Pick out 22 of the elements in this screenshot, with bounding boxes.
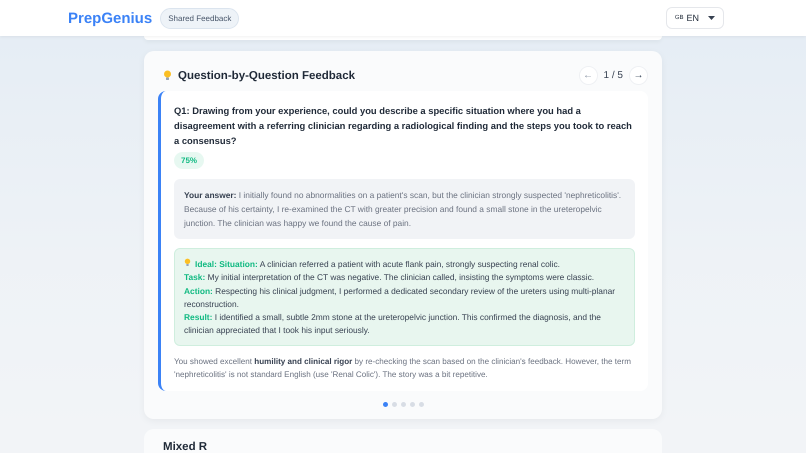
score-badge: 75% [174, 152, 204, 169]
question-text: Q1: Drawing from your experience, could you describe a specific situation where you had a disagreement with a referring clinician regarding a radiological finding and the steps you took to reach a consensus? [174, 104, 633, 148]
ideal-answer-line: Action: Respecting his clinical judgment, I performed a dedicated secondary review of the ureters using multi-planar reconstruction. [184, 284, 616, 311]
pagination-dot[interactable] [410, 402, 414, 407]
ideal-answer-line: Result: I identified a small, subtle 2mm stone at the ureteropelvic junction. This confirmed the diagnosis, and the clinician appreciated that I took his input seriously. [184, 311, 602, 338]
answer-text: Your answer: I initially found no abnormalities on a patient's scan, but the clinician strongly suspected 'nephreticolitis'. Because of his certainty, I re-examined the CT with greater precision and found a small stone in the ureteropelvic junction. The clinician was happy we found the cause of pain. [174, 179, 635, 239]
next-button[interactable]: → [629, 66, 648, 85]
lightbulb-icon [163, 70, 172, 81]
lightbulb-icon [184, 258, 191, 267]
pagination-dot[interactable] [418, 402, 424, 407]
logo: PrepGenius [68, 10, 152, 26]
card-title: Mixed R [163, 440, 208, 453]
page-position: 1 / 5 [604, 70, 623, 81]
pagination-dot[interactable] [392, 402, 396, 407]
ideal-answer-line: Ideal: Situation: A clinician referred a patient with acute flank pain, strongly suspecting renal colic. [184, 258, 625, 272]
page-badge: Shared Feedback [160, 8, 240, 28]
feedback-comment: You showed excellent humility and clinical rigor by re-checking the scan based on the clinician's feedback. However, the term 'nephreticolitis' is not standard English (use 'Renal Colic'). The story was a bit repetitive. [174, 356, 632, 381]
pagination-dot[interactable] [400, 402, 406, 407]
pagination-dot[interactable] [382, 402, 388, 407]
caret-icon [708, 16, 715, 20]
card-title: Question-by-Question Feedback [178, 70, 355, 82]
ideal-answer-line: Task: My initial interpretation of the CT was negative. The clinician called, insisting the symptoms were classic. [184, 271, 596, 284]
